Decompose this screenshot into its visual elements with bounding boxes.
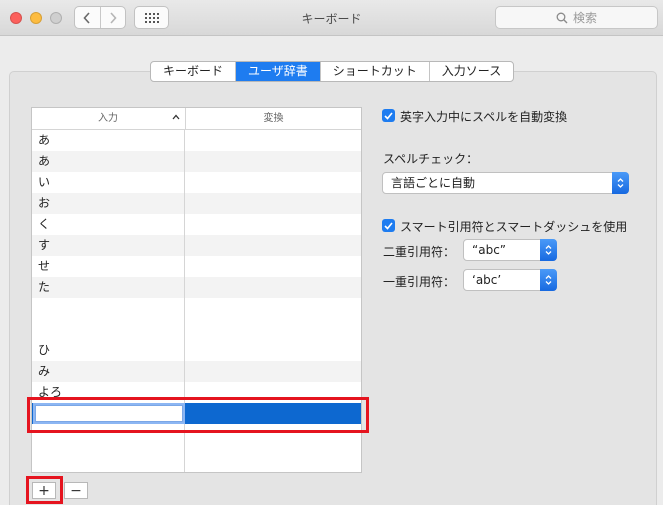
single-quote-label: 一重引用符：: [383, 275, 456, 289]
table-header: 入力 変換: [32, 108, 361, 130]
checkmark-icon: [384, 111, 393, 120]
input-cell: た: [38, 280, 51, 294]
updown-arrows-icon: [540, 269, 557, 291]
column-header-input[interactable]: 入力: [32, 108, 184, 129]
table-row[interactable]: あ: [32, 151, 361, 172]
spellcheck-popup[interactable]: 言語ごとに自動: [382, 172, 629, 194]
table-row[interactable]: す: [32, 235, 361, 256]
smartquotes-checkbox[interactable]: [382, 219, 395, 232]
table-rows: あ あ い お く す せ た ひ み よろ: [32, 130, 361, 403]
search-placeholder: 検索: [572, 11, 597, 25]
table-row[interactable]: せ: [32, 256, 361, 277]
tab-shortcuts[interactable]: ショートカット: [321, 62, 430, 81]
double-quote-popup[interactable]: “abc”: [463, 239, 557, 261]
input-cell: せ: [38, 259, 51, 273]
tab-bar: キーボード ユーザ辞書 ショートカット 入力ソース: [150, 61, 515, 82]
single-quote-value: ‘abc’: [472, 273, 502, 287]
spellcheck-value: 言語ごとに自動: [391, 176, 476, 190]
table-row[interactable]: [32, 298, 361, 340]
autocorrect-label[interactable]: 英字入力中にスペルを自動変換: [400, 108, 567, 125]
input-cell: ひ: [38, 343, 51, 357]
double-quote-value: “abc”: [472, 243, 507, 257]
input-cell: お: [38, 196, 51, 210]
table-row[interactable]: ひ: [32, 340, 361, 361]
input-cell: み: [38, 364, 51, 378]
tab-keyboard[interactable]: キーボード: [151, 62, 237, 81]
title-bar: キーボード 検索: [0, 0, 663, 36]
column-header-output[interactable]: 変換: [185, 108, 361, 129]
checkmark-icon: [384, 221, 393, 230]
smartquotes-label[interactable]: スマート引用符とスマートダッシュを使用: [400, 218, 627, 235]
input-cell: す: [38, 238, 51, 252]
table-row[interactable]: お: [32, 193, 361, 214]
autocorrect-checkbox[interactable]: [382, 109, 395, 122]
input-cell: あ: [38, 154, 51, 168]
updown-arrows-icon: [612, 172, 629, 194]
table-row[interactable]: あ: [32, 130, 361, 151]
new-entry-highlight: [27, 397, 369, 433]
table-row[interactable]: い: [32, 172, 361, 193]
tab-input-sources[interactable]: 入力ソース: [430, 62, 513, 81]
search-field[interactable]: 検索: [495, 6, 658, 29]
updown-arrows-icon: [540, 239, 557, 261]
remove-entry-button[interactable]: −: [64, 482, 88, 499]
spellcheck-label: スペルチェック：: [383, 152, 479, 166]
tab-user-dictionary[interactable]: ユーザ辞書: [236, 62, 321, 81]
sort-ascending-icon: [172, 108, 180, 129]
add-button-highlight: [26, 476, 63, 504]
search-icon: [556, 12, 568, 23]
single-quote-popup[interactable]: ‘abc’: [463, 269, 557, 291]
input-cell: い: [38, 175, 51, 189]
table-row[interactable]: た: [32, 277, 361, 298]
table-row[interactable]: み: [32, 361, 361, 382]
input-cell: あ: [38, 133, 51, 147]
input-cell: く: [38, 217, 51, 231]
table-row[interactable]: く: [32, 214, 361, 235]
double-quote-label: 二重引用符：: [383, 245, 456, 259]
